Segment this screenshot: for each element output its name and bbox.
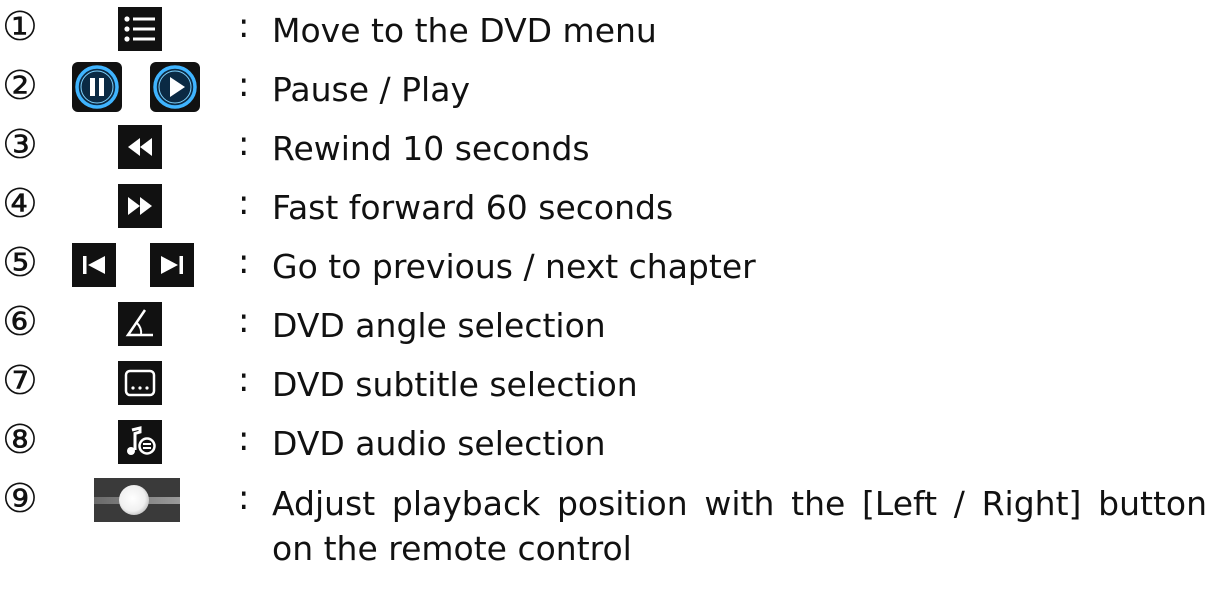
play-icon xyxy=(150,62,200,112)
menu-list-icon xyxy=(118,7,162,51)
separator: : xyxy=(238,478,250,518)
pause-icon xyxy=(72,62,122,112)
legend-row-4: ④ : Fast forward 60 seconds xyxy=(0,177,1212,237)
item-description: DVD audio selection xyxy=(272,424,606,463)
item-description: Adjust playback position with the [Left … xyxy=(272,484,1207,568)
separator: : xyxy=(238,360,250,400)
legend-row-3: ③ : Rewind 10 seconds xyxy=(0,118,1212,178)
item-description: Rewind 10 seconds xyxy=(272,129,590,168)
separator: : xyxy=(238,65,250,105)
item-number: ③ xyxy=(2,122,38,168)
next-chapter-icon xyxy=(150,243,194,287)
rewind-icon xyxy=(118,125,162,169)
legend-row-8: ⑧ : DVD audio selection xyxy=(0,413,1212,473)
separator: : xyxy=(238,6,250,46)
item-description: Go to previous / next chapter xyxy=(272,247,756,286)
separator: : xyxy=(238,242,250,282)
audio-icon xyxy=(118,420,162,464)
separator: : xyxy=(238,301,250,341)
item-description: Pause / Play xyxy=(272,70,470,109)
separator: : xyxy=(238,419,250,459)
item-number: ② xyxy=(2,63,38,109)
legend-row-2: ② : Pause / Play xyxy=(0,59,1212,119)
angle-icon xyxy=(118,302,162,346)
legend-row-1: ① : Move to the DVD menu xyxy=(0,0,1212,60)
item-number: ⑧ xyxy=(2,417,38,463)
item-description: DVD angle selection xyxy=(272,306,606,345)
item-number: ④ xyxy=(2,181,38,227)
legend-row-9: ⑨ : Adjust playback position with the [L… xyxy=(0,472,1212,596)
previous-chapter-icon xyxy=(72,243,116,287)
legend-row-7: ⑦ : DVD subtitle selection xyxy=(0,354,1212,414)
item-number: ⑥ xyxy=(2,299,38,345)
item-number: ⑦ xyxy=(2,358,38,404)
subtitle-icon xyxy=(118,361,162,405)
separator: : xyxy=(238,124,250,164)
fast-forward-icon xyxy=(118,184,162,228)
item-description: DVD subtitle selection xyxy=(272,365,638,404)
item-number: ⑨ xyxy=(2,476,38,522)
item-description: Move to the DVD menu xyxy=(272,11,657,50)
legend-row-5: ⑤ : Go to previous / next chapter xyxy=(0,236,1212,296)
seek-slider-icon xyxy=(94,478,180,522)
item-number: ① xyxy=(2,4,38,50)
separator: : xyxy=(238,183,250,223)
item-number: ⑤ xyxy=(2,240,38,286)
legend-row-6: ⑥ : DVD angle selection xyxy=(0,295,1212,355)
item-description: Fast forward 60 seconds xyxy=(272,188,674,227)
